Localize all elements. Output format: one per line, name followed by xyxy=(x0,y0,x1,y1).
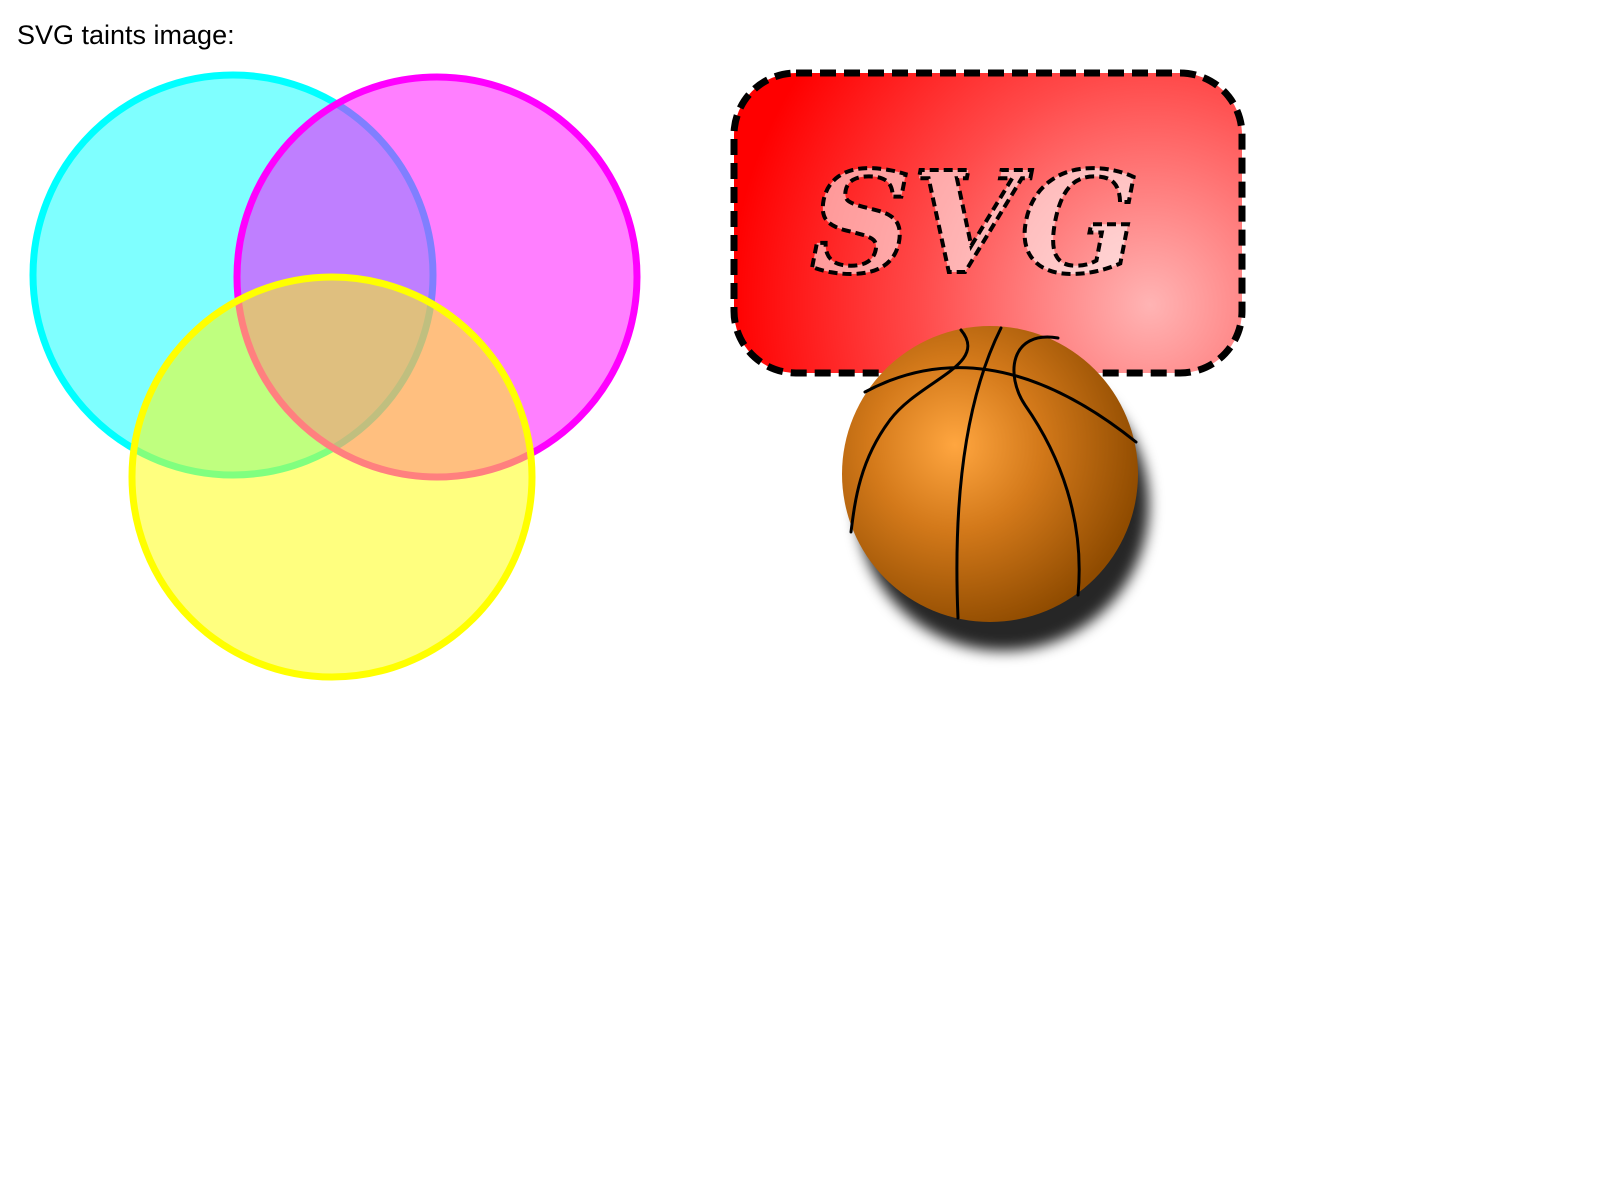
artwork-canvas: SVG xyxy=(29,69,1246,681)
venn-diagram xyxy=(29,71,641,681)
svg-badge-text: SVG xyxy=(810,142,1139,306)
yellow-circle xyxy=(128,273,536,681)
